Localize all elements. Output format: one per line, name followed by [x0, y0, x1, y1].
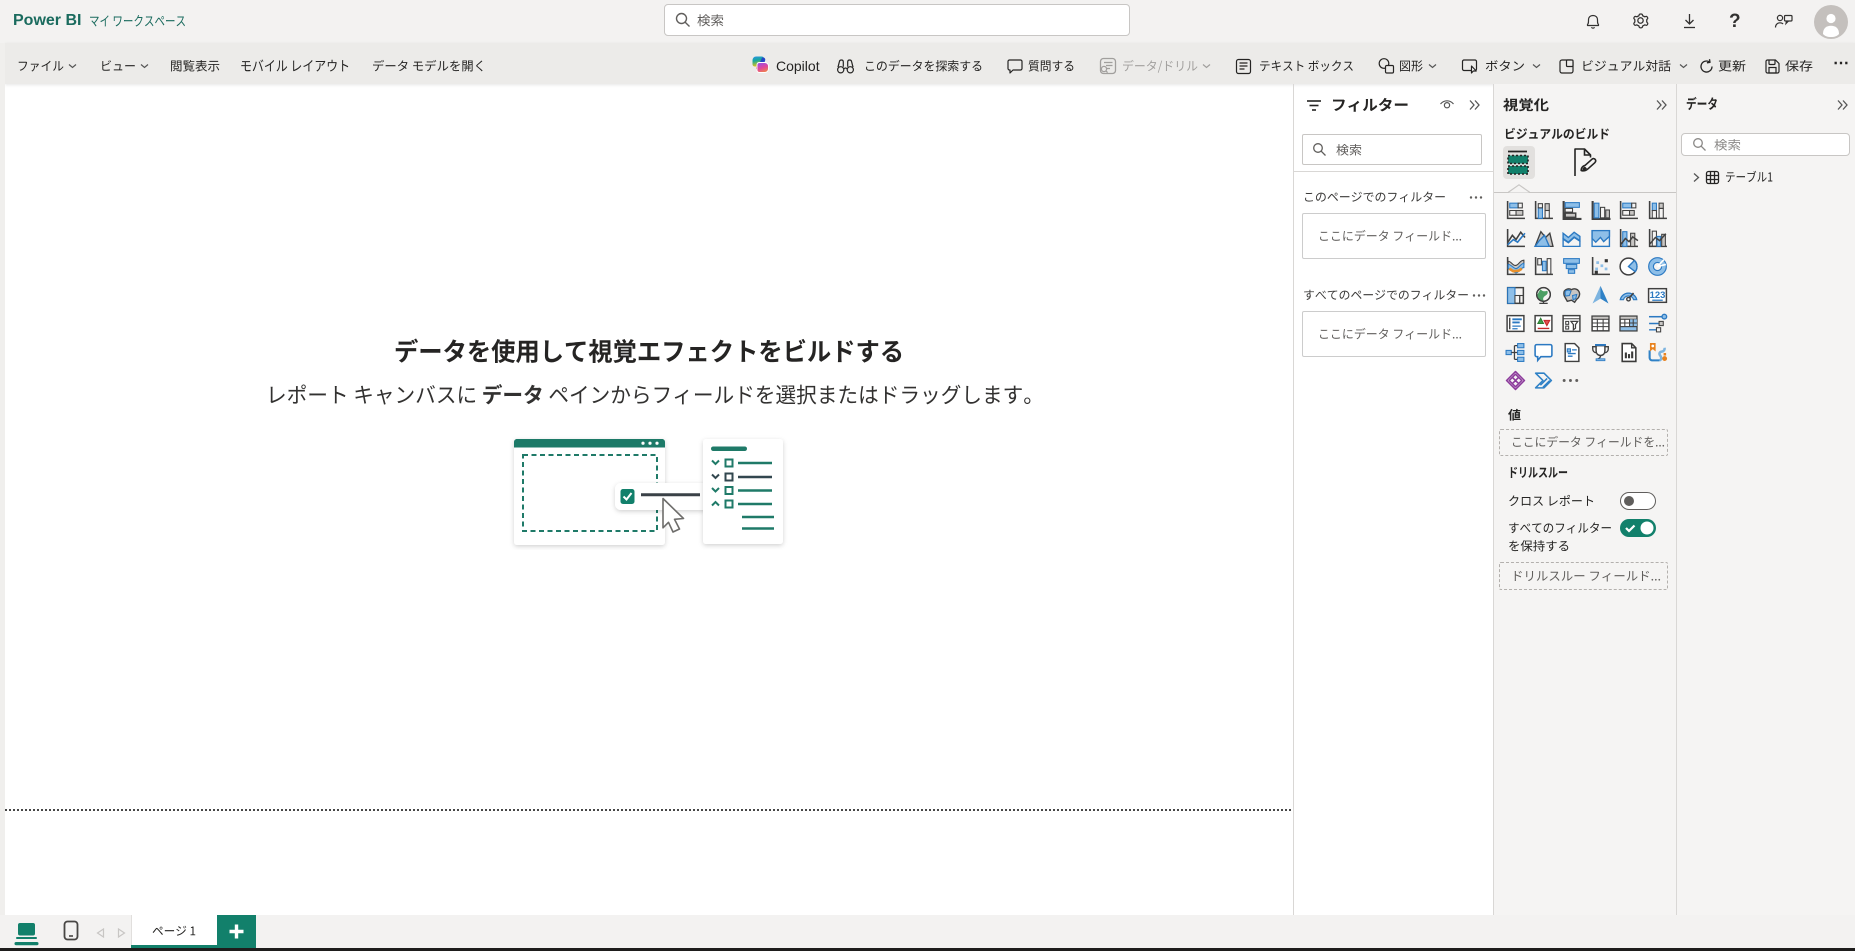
svg-text:123: 123 [1649, 290, 1665, 301]
